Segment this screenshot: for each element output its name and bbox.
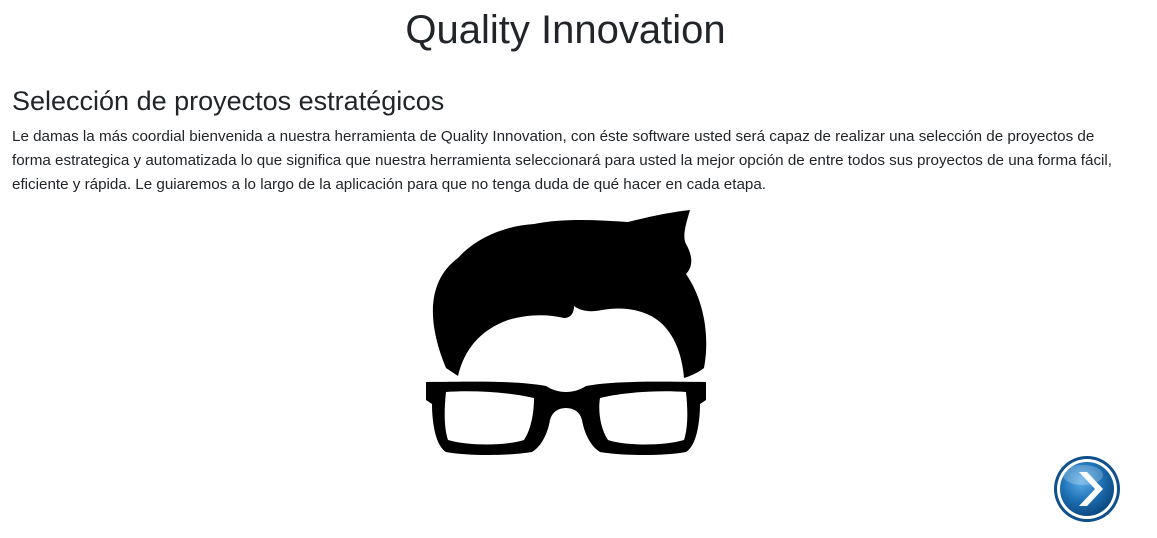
hair-and-glasses-face-icon <box>426 210 707 455</box>
page-title: Quality Innovation <box>405 8 726 52</box>
glasses-frame <box>426 381 706 455</box>
hair-silhouette <box>432 210 707 378</box>
next-button[interactable] <box>1053 455 1121 523</box>
welcome-page: Quality Innovation Selección de proyecto… <box>0 0 1157 538</box>
section-title: Selección de proyectos estratégicos <box>12 86 445 116</box>
intro-text: Le damas la más coordial bienvenida a nu… <box>12 128 1113 193</box>
